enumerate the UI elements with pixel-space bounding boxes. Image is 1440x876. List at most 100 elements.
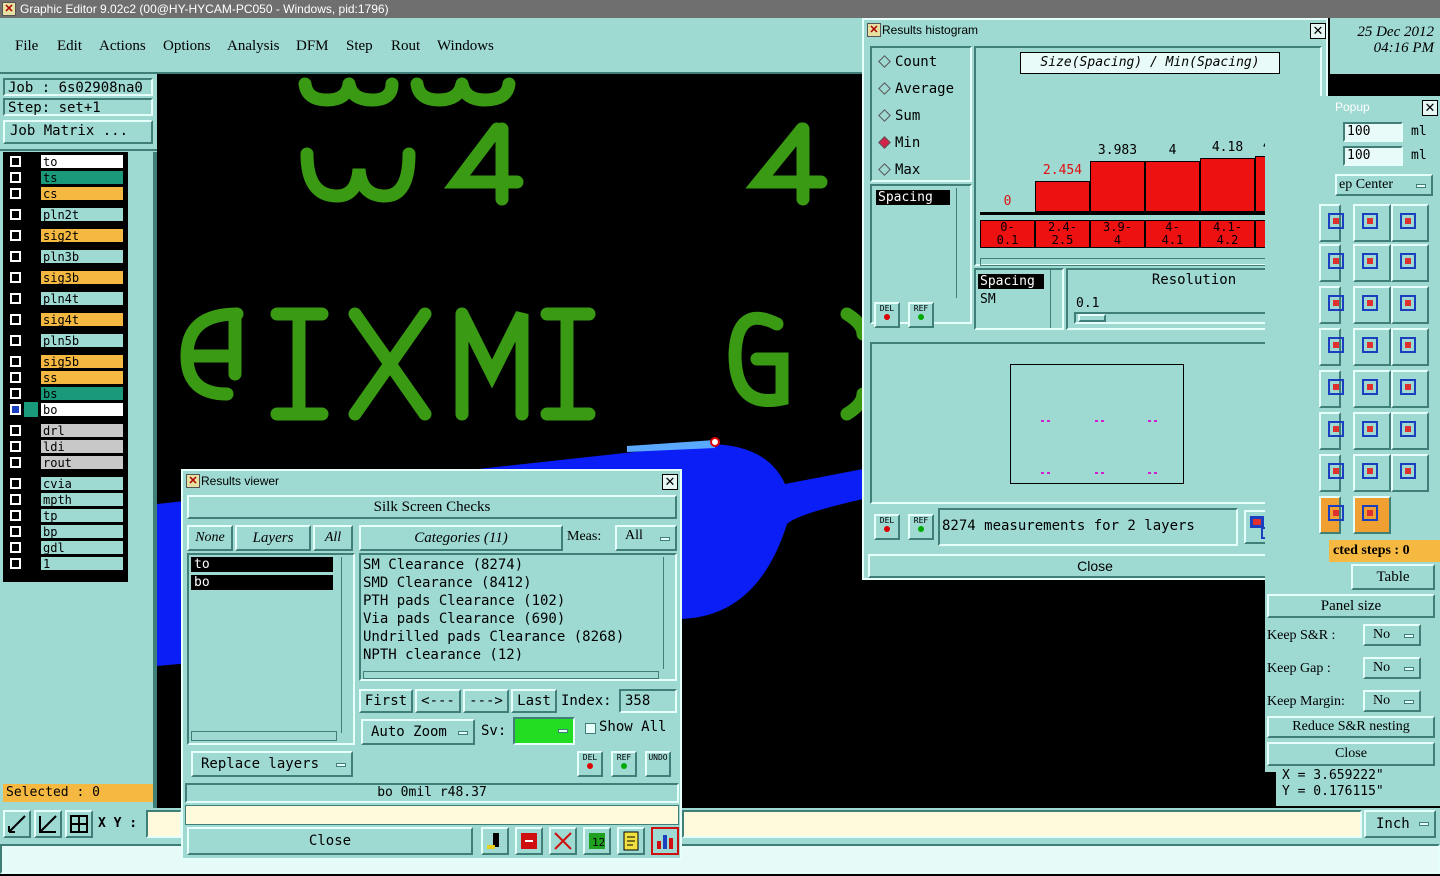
layer-checkbox[interactable] [10, 457, 21, 468]
radio-average[interactable]: Average [878, 81, 954, 97]
layer-checkbox[interactable] [10, 172, 21, 183]
del-button-2[interactable]: DEL [874, 514, 900, 540]
menu-dfm[interactable]: DFM [296, 38, 329, 55]
list-item-spacing[interactable]: Spacing [876, 190, 950, 205]
first-button[interactable]: First [359, 689, 413, 713]
align-up-icon[interactable] [1353, 412, 1391, 450]
layer-item-to[interactable]: to [191, 557, 333, 572]
menu-edit[interactable]: Edit [57, 38, 82, 55]
viewer-close-button[interactable]: Close [187, 827, 473, 855]
keep-sr-dropdown[interactable]: No [1363, 624, 1421, 646]
list-scrollbar[interactable] [956, 188, 968, 298]
list-item-spacing-2[interactable]: Spacing [978, 274, 1044, 289]
categories-button[interactable]: Categories (11) [359, 525, 563, 551]
none-button[interactable]: None [187, 525, 233, 551]
layer-checkbox[interactable] [10, 404, 21, 415]
layer-checkbox[interactable] [10, 388, 21, 399]
flip-icon[interactable] [1391, 286, 1429, 324]
grid-b-icon[interactable] [1353, 204, 1391, 242]
layer-checkbox[interactable] [10, 441, 21, 452]
layer-checkbox[interactable] [10, 494, 21, 505]
layer-row-pln4t[interactable]: pln4t [6, 291, 124, 307]
layer-row-bo[interactable]: bo [6, 402, 124, 418]
viewer-undo-button[interactable]: UNDO [645, 751, 671, 777]
stack-icon[interactable] [1391, 370, 1429, 408]
layer-row-bs[interactable]: bs [6, 386, 124, 402]
grid-c-icon[interactable] [1391, 204, 1429, 242]
next-button[interactable]: ---> [463, 689, 509, 713]
layer-row-pln5b[interactable]: pln5b [6, 333, 124, 349]
rotate-icon[interactable] [1353, 244, 1391, 282]
category-item[interactable]: Via pads Clearance (690) [363, 611, 565, 627]
layer-row-sig4t[interactable]: sig4t [6, 312, 124, 328]
menu-step[interactable]: Step [346, 38, 373, 55]
layer-row-sig2t[interactable]: sig2t [6, 228, 124, 244]
menu-windows[interactable]: Windows [437, 38, 494, 55]
layer-row-ts[interactable]: ts [6, 170, 124, 186]
layer-row-ldi[interactable]: ldi [6, 439, 124, 455]
ref-button-2[interactable]: REF [908, 514, 934, 540]
layer-checkbox[interactable] [10, 314, 21, 325]
layer-row-sig3b[interactable]: sig3b [6, 270, 124, 286]
category-vscroll[interactable] [663, 557, 675, 669]
xy-input[interactable] [146, 810, 182, 838]
histogram-close-button[interactable]: Close [868, 554, 1322, 578]
histogram-bar[interactable] [1145, 161, 1200, 212]
snap-icon[interactable] [65, 810, 93, 838]
units-dropdown[interactable]: Inch [1364, 810, 1436, 838]
array-a-icon[interactable] [1319, 328, 1344, 366]
layer-checkbox[interactable] [10, 356, 21, 367]
show-all-checkbox[interactable] [585, 723, 596, 734]
layer-row-pln3b[interactable]: pln3b [6, 249, 124, 265]
list-item-sm[interactable]: SM [980, 292, 996, 307]
reduce-nesting-button[interactable]: Reduce S&R nesting [1267, 716, 1435, 738]
viewer-del-button[interactable]: DEL [577, 751, 603, 777]
layer-row-bp[interactable]: bp [6, 524, 124, 540]
row-icon[interactable] [1319, 370, 1344, 408]
table-button[interactable]: Table [1351, 564, 1435, 590]
menu-rout[interactable]: Rout [391, 38, 420, 55]
close-icon[interactable]: ✕ [1310, 23, 1326, 39]
align-left-icon[interactable] [1319, 412, 1344, 450]
panel-size-button[interactable]: Panel size [1267, 594, 1435, 618]
auto-zoom-dropdown[interactable]: Auto Zoom [361, 719, 475, 745]
layer-row-to[interactable]: to [6, 154, 124, 170]
check-name-header[interactable]: Silk Screen Checks [187, 495, 677, 519]
last-button[interactable]: Last [511, 689, 557, 713]
layer-checkbox[interactable] [10, 156, 21, 167]
layer-checkbox[interactable] [10, 272, 21, 283]
layer-checkbox[interactable] [10, 510, 21, 521]
ref-button[interactable]: REF [908, 302, 934, 328]
layer-row-sig5b[interactable]: sig5b [6, 354, 124, 370]
layer-checkbox[interactable] [10, 188, 21, 199]
index-input[interactable]: 358 [619, 689, 677, 713]
viewer-layer-list[interactable]: to bo [187, 553, 355, 745]
notes-icon[interactable] [617, 827, 645, 855]
layer-checkbox[interactable] [10, 542, 21, 553]
radio-sum[interactable]: Sum [878, 108, 920, 124]
job-matrix-button[interactable]: Job Matrix ... [3, 120, 153, 144]
measure-icon[interactable] [34, 810, 62, 838]
layer-row-ss[interactable]: ss [6, 370, 124, 386]
menu-analysis[interactable]: Analysis [227, 38, 280, 55]
grid-a-icon[interactable] [1319, 204, 1344, 242]
replace-layers-dropdown[interactable]: Replace layers [191, 751, 353, 777]
layer-row-mpth[interactable]: mpth [6, 492, 124, 508]
radio-min[interactable]: Min [878, 135, 920, 151]
histogram-bar[interactable] [1200, 158, 1255, 212]
place-icon[interactable] [1319, 286, 1344, 324]
edit-tag-icon[interactable] [1353, 496, 1391, 534]
report-icon[interactable] [515, 827, 543, 855]
viewer-comment-field[interactable] [185, 805, 679, 825]
menu-options[interactable]: Options [163, 38, 211, 55]
layer-row-cs[interactable]: cs [6, 186, 124, 202]
mirror-icon[interactable] [1353, 286, 1391, 324]
layer-checkbox[interactable] [10, 293, 21, 304]
category-item[interactable]: NPTH clearance (12) [363, 647, 523, 663]
slider-thumb[interactable] [1078, 314, 1106, 322]
layer-list-hscroll[interactable] [191, 731, 337, 741]
spread-v-icon[interactable] [1391, 454, 1429, 492]
layer-list-vscroll[interactable] [341, 557, 353, 733]
category-item[interactable]: Undrilled pads Clearance (8268) [363, 629, 624, 645]
severity-dropdown[interactable] [513, 717, 575, 745]
